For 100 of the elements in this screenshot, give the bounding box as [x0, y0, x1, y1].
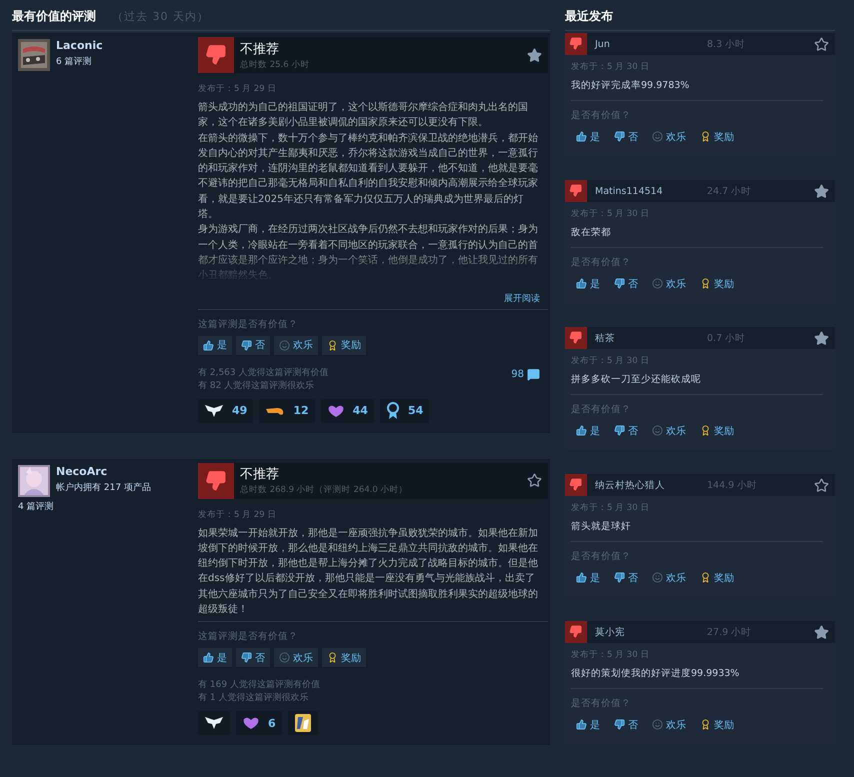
award-vote-button[interactable]: 奖励 — [695, 421, 739, 440]
posted-date: 发布于：5 月 30 日 — [571, 502, 650, 514]
playtime: 总时数 25.6 小时 — [240, 58, 310, 70]
no-vote-button[interactable]: 否 — [609, 715, 643, 734]
award-chip[interactable] — [288, 711, 318, 736]
smile-icon — [652, 572, 663, 583]
playtime: 总时数 268.9 小时（评测时 264.0 小时） — [240, 484, 408, 496]
yes-vote-button[interactable]: 是 — [571, 421, 605, 440]
funny-vote-button[interactable]: 欢乐 — [647, 421, 691, 440]
smile-icon — [652, 425, 663, 436]
author-info: 6 篇评测 — [56, 56, 93, 68]
award-icon — [700, 572, 711, 583]
star-icon[interactable] — [814, 330, 829, 346]
review-text: 我的好评完成率99.9783% — [571, 79, 690, 92]
award-chip[interactable]: 6 — [236, 711, 282, 736]
review-text: 很好的策划使我的好评进度99.9933% — [571, 667, 740, 680]
thumbs-down-icon — [614, 425, 625, 436]
award-vote-button[interactable]: 奖励 — [322, 336, 366, 355]
yes-vote-button[interactable]: 是 — [571, 127, 605, 146]
award-chip[interactable]: 44 — [320, 398, 374, 423]
author-name[interactable]: 秸茶 — [595, 332, 707, 344]
no-vote-button[interactable]: 否 — [609, 127, 643, 146]
yes-vote-button[interactable]: 是 — [198, 648, 232, 668]
award-vote-button[interactable]: 奖励 — [695, 127, 739, 146]
thumbs-up-icon — [576, 278, 587, 289]
smile-icon — [279, 340, 290, 351]
thumbs-up-icon — [203, 652, 214, 664]
award-icon — [700, 278, 711, 289]
funny-vote-button[interactable]: 欢乐 — [647, 568, 691, 587]
verdict-title: 不推荐 — [240, 40, 280, 58]
award-icon — [700, 425, 711, 436]
author-name[interactable]: NecoArc — [56, 464, 198, 478]
author-name[interactable]: 纳云村热心猎人 — [595, 478, 707, 492]
smile-icon — [279, 652, 290, 664]
author-name[interactable]: 莫小宪 — [595, 626, 707, 638]
star-icon[interactable] — [527, 473, 542, 488]
award-icon — [700, 719, 711, 730]
award-vote-button[interactable]: 奖励 — [322, 648, 366, 668]
smile-icon — [652, 131, 663, 142]
yes-vote-button[interactable]: 是 — [571, 568, 605, 587]
author-name[interactable]: Jun — [595, 38, 707, 50]
thumbs-down-icon — [198, 462, 234, 499]
award-chip[interactable]: 49 — [198, 398, 254, 423]
star-icon[interactable] — [814, 184, 829, 198]
thumbs-down-icon — [241, 652, 252, 664]
author-name[interactable]: Laconic — [56, 39, 198, 52]
thumbs-down-icon — [565, 327, 587, 349]
funny-vote-button[interactable]: 欢乐 — [647, 274, 691, 293]
medal-icon — [386, 402, 400, 420]
award-chip[interactable]: 54 — [380, 398, 430, 423]
posted-date: 发布于：5 月 30 日 — [571, 355, 650, 367]
no-vote-button[interactable]: 否 — [609, 568, 643, 587]
helpful-question: 是否有价值？ — [571, 697, 632, 710]
review-text: 箭头就是球奸 — [571, 520, 632, 533]
yes-vote-button[interactable]: 是 — [198, 336, 232, 355]
star-icon[interactable] — [814, 36, 829, 52]
award-vote-button[interactable]: 奖励 — [695, 715, 739, 734]
star-icon[interactable] — [814, 624, 829, 640]
thumbs-down-icon — [565, 474, 587, 496]
posted-date: 发布于：5 月 29 日 — [198, 83, 278, 95]
award-vote-button[interactable]: 奖励 — [695, 274, 739, 293]
helpful-question: 这篇评测是否有价值？ — [198, 630, 299, 644]
funny-vote-button[interactable]: 欢乐 — [274, 648, 318, 668]
yes-vote-button[interactable]: 是 — [571, 274, 605, 293]
section-title: 最有价值的评测 — [12, 8, 96, 25]
funny-vote-button[interactable]: 欢乐 — [274, 336, 318, 355]
helpful-question: 是否有价值？ — [571, 256, 632, 269]
no-vote-button[interactable]: 否 — [609, 274, 643, 293]
award-chip[interactable] — [198, 711, 230, 736]
helpful-question: 是否有价值？ — [571, 550, 632, 563]
no-vote-button[interactable]: 否 — [236, 336, 270, 355]
thumbs-up-icon — [576, 131, 587, 142]
award-chip[interactable]: 12 — [259, 398, 315, 423]
thumbs-down-icon — [565, 180, 587, 202]
thumbs-down-icon — [198, 37, 234, 73]
posted-date: 发布于：5 月 30 日 — [571, 208, 650, 220]
funny-vote-button[interactable]: 欢乐 — [647, 715, 691, 734]
playtime: 144.9 小时 — [707, 478, 758, 492]
star-icon[interactable] — [814, 478, 829, 492]
thumbs-down-icon — [614, 719, 625, 730]
author-info: 4 篇评测 — [18, 500, 55, 513]
award-vote-button[interactable]: 奖励 — [695, 568, 739, 587]
playtime: 8.3 小时 — [707, 38, 746, 50]
vote-count: 有 2,563 人觉得这篇评测有价值 — [198, 366, 328, 380]
star-icon[interactable] — [527, 48, 542, 62]
posted-date: 发布于：5 月 30 日 — [571, 649, 650, 661]
expand-link[interactable]: 展开阅读 — [198, 292, 540, 305]
no-vote-button[interactable]: 否 — [609, 421, 643, 440]
author-name[interactable]: Matins114514 — [595, 186, 707, 196]
no-vote-button[interactable]: 否 — [236, 648, 270, 668]
helpful-question: 是否有价值？ — [571, 403, 632, 416]
helpful-question: 是否有价值？ — [571, 109, 632, 122]
yes-vote-button[interactable]: 是 — [571, 715, 605, 734]
playtime: 0.7 小时 — [707, 332, 746, 344]
comments-link[interactable]: 98 — [511, 366, 540, 383]
thumbs-up-icon — [576, 425, 587, 436]
funny-vote-button[interactable]: 欢乐 — [647, 127, 691, 146]
comment-icon — [527, 368, 540, 382]
thumbs-down-icon — [614, 131, 625, 142]
hearts-icon — [242, 716, 260, 730]
